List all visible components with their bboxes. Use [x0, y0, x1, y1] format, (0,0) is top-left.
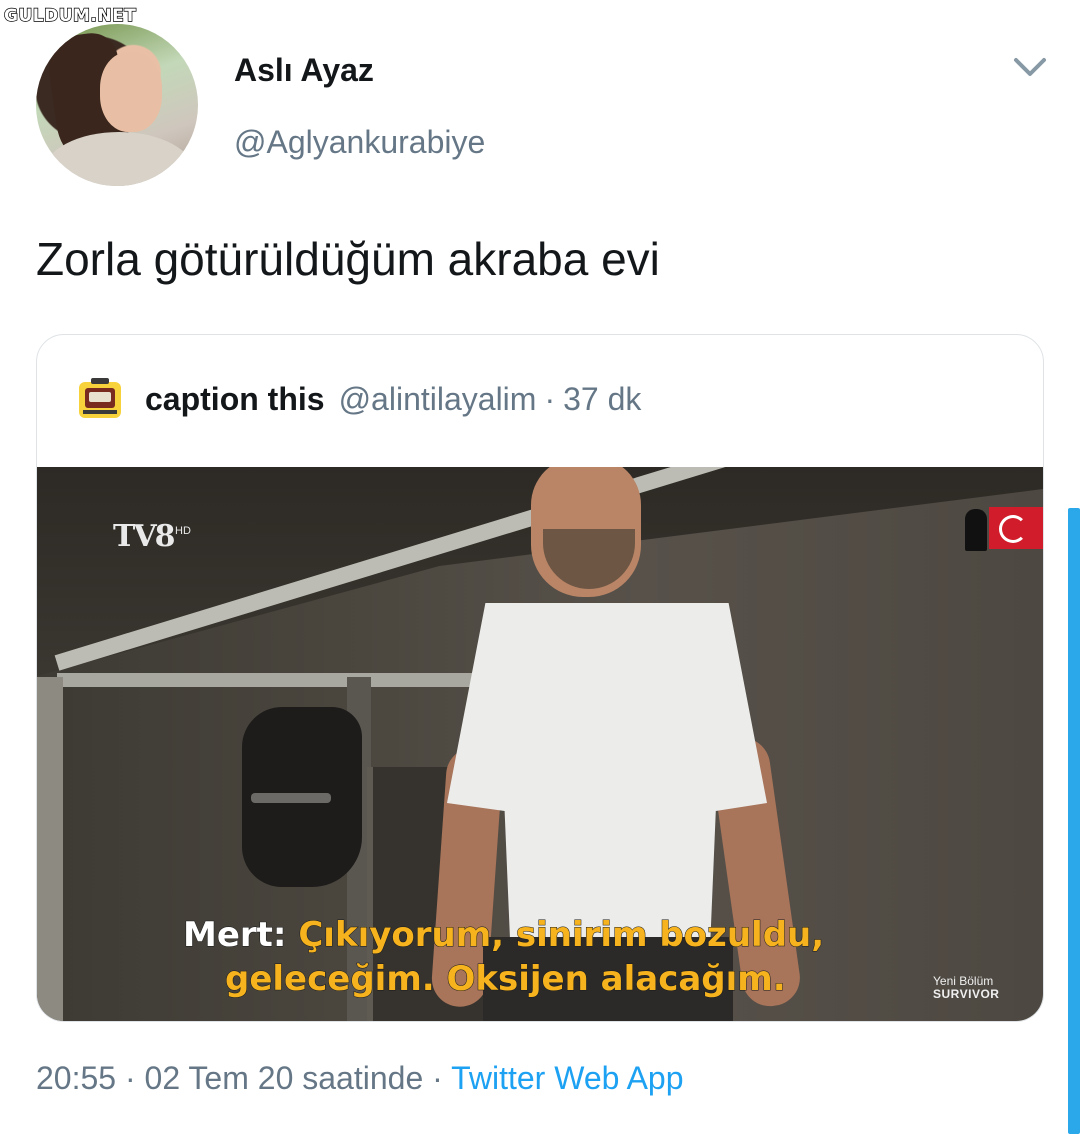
quoted-media-image[interactable]: TV8 HD Mert: Çıkıyorum, sinirim bozuldu,…	[37, 467, 1043, 1021]
quoted-age[interactable]: 37 dk	[563, 381, 641, 418]
subtitle-speaker: Mert:	[183, 915, 288, 956]
promo-label: Yeni Bölüm SURVIVOR	[933, 975, 999, 1001]
subtitle-text-2: geleceğim. Oksijen alacağım.	[225, 959, 787, 1000]
tweet-time[interactable]: 20:55	[36, 1060, 116, 1096]
tweet-date[interactable]: 02 Tem 20 saatinde	[145, 1060, 424, 1096]
quoted-tweet-header: caption this @alintilayalim · 37 dk	[75, 377, 641, 421]
tweet-text: Zorla götürüldüğüm akraba evi	[36, 233, 660, 285]
quoted-author-handle[interactable]: @alintilayalim	[339, 381, 537, 418]
quoted-tweet-card[interactable]: caption this @alintilayalim · 37 dk TV8 …	[36, 334, 1044, 1022]
avatar-face	[100, 52, 162, 132]
flag-portrait-silhouette	[965, 509, 987, 551]
quoted-author-avatar[interactable]	[75, 376, 125, 422]
tweet-meta: 20:55 · 02 Tem 20 saatinde · Twitter Web…	[36, 1060, 684, 1097]
subtitle-text-1: Çıkıyorum, sinirim bozuldu,	[298, 915, 825, 956]
subtitle-line-1: Mert: Çıkıyorum, sinirim bozuldu,	[183, 915, 1043, 956]
quoted-separator: ·	[544, 380, 556, 417]
author-avatar[interactable]	[36, 24, 198, 186]
meta-separator-1: ·	[124, 1060, 136, 1096]
site-watermark: GULDUM.NET	[3, 5, 137, 26]
author-handle[interactable]: @Aglyankurabiye	[234, 124, 485, 161]
author-name[interactable]: Aslı Ayaz	[234, 52, 374, 89]
subtitle-line-2: geleceğim. Oksijen alacağım.	[225, 959, 1043, 1000]
crescent-icon	[999, 515, 1027, 543]
scene-beam-lower	[57, 673, 537, 687]
scrollbar[interactable]	[1068, 508, 1080, 1134]
scene-bag-strap	[251, 793, 331, 803]
channel-hd-label: HD	[175, 525, 191, 537]
person-shirt	[447, 603, 767, 963]
chevron-down-icon[interactable]	[1012, 52, 1048, 82]
scene-wall	[37, 677, 63, 1021]
channel-logo: TV8	[113, 519, 176, 554]
meta-separator-2: ·	[432, 1060, 443, 1096]
quoted-author-name[interactable]: caption this	[145, 381, 325, 418]
tweet-source-link[interactable]: Twitter Web App	[451, 1060, 683, 1096]
promo-line-2: SURVIVOR	[933, 987, 1000, 1001]
